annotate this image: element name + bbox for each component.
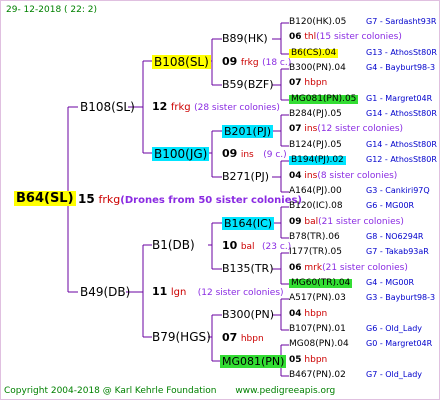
node-b1[interactable]: B1(DB)	[152, 239, 195, 251]
leaf-2[interactable]: B6(CS).04	[289, 49, 339, 58]
leaf-8[interactable]: B124(PJ).05	[289, 141, 342, 150]
leaf-0[interactable]: B120(HK).05	[289, 18, 346, 27]
leaf-origin-23: G7 - Old_Lady	[366, 370, 423, 379]
node-b59[interactable]: B59(BZF)	[222, 79, 274, 90]
leaf-origin-17: G4 - MG00R	[366, 278, 415, 287]
gen-note-09b: 09 ins (9 c.)	[222, 147, 287, 160]
node-mg081[interactable]: MG081(PN)	[220, 355, 287, 368]
node-b300[interactable]: B300(PN)	[222, 309, 274, 320]
leaf-origin-0: G7 - Sardasht93R	[366, 17, 437, 26]
leaf-origin-8: G14 - AthosSt80R	[366, 140, 437, 149]
leaf-3[interactable]: B300(PN).04	[289, 64, 346, 73]
leaf-4[interactable]: 07 hbpn	[289, 79, 327, 88]
gen-note-10: 10 bal (23 c.)	[222, 239, 292, 252]
gen-note-12: 12 frkg (28 sister colonies)	[152, 100, 280, 113]
leaf-5[interactable]: MG081(PN).05	[289, 95, 359, 104]
leaf-origin-18: G3 - Bayburt98-3	[366, 293, 436, 302]
node-b135[interactable]: B135(TR)	[222, 263, 274, 274]
leaf-23[interactable]: B467(PN).02	[289, 371, 346, 380]
gen-note-09a: 09 frkg (18 c.)	[222, 55, 292, 68]
leaf-origin-6: G14 - AthosSt80R	[366, 109, 437, 118]
leaf-origin-9: G12 - AthosSt80R	[366, 155, 437, 164]
leaf-origin-21: G0 - Margret04R	[366, 339, 433, 348]
leaf-origin-2: G13 - AthosSt80R	[366, 48, 437, 57]
leaf-22[interactable]: 05 hbpn	[289, 356, 327, 365]
leaf-13[interactable]: 09 bal(21 sister colonies)	[289, 218, 404, 227]
copyright-text: Copyright 2004-2018 @ Karl Kehrle Founda…	[4, 386, 217, 396]
site-url[interactable]: www.pedigreeapis.org	[235, 386, 335, 396]
gen-note-15: 15 frkg(Drones from 50 sister colonies)	[78, 192, 302, 206]
leaf-12[interactable]: B120(IC).08	[289, 202, 343, 211]
leaf-1[interactable]: 06 thl(15 sister colonies)	[289, 33, 402, 42]
leaf-21[interactable]: MG08(PN).04	[289, 340, 349, 349]
leaf-origin-12: G6 - MG00R	[366, 201, 415, 210]
leaf-11[interactable]: A164(PJ).00	[289, 187, 342, 196]
leaf-6[interactable]: B284(PJ).05	[289, 110, 342, 119]
gen-note-11: 11 lgn (12 sister colonies)	[152, 285, 284, 298]
node-b100[interactable]: B100(JG)	[152, 147, 210, 161]
gen-note-07: 07 hbpn	[222, 331, 264, 344]
leaf-15[interactable]: I177(TR).05	[289, 248, 342, 257]
leaf-20[interactable]: B107(PN).01	[289, 325, 346, 334]
leaf-origin-3: G4 - Bayburt98-3	[366, 63, 436, 72]
node-b79[interactable]: B79(HGS)	[152, 331, 211, 343]
leaf-14[interactable]: B78(TR).06	[289, 233, 340, 242]
node-b271[interactable]: B271(PJ)	[222, 171, 269, 182]
node-b49[interactable]: B49(DB)	[80, 286, 130, 298]
footer: Copyright 2004-2018 @ Karl Kehrle Founda…	[4, 386, 351, 396]
node-b201[interactable]: B201(PJ)	[222, 125, 274, 138]
leaf-16[interactable]: 06 mrk(21 sister colonies)	[289, 264, 408, 273]
leaf-9[interactable]: B194(PJ).02	[289, 156, 346, 165]
node-b89[interactable]: B89(HK)	[222, 33, 268, 44]
leaf-10[interactable]: 04 ins(8 sister colonies)	[289, 172, 397, 181]
node-b64[interactable]: B64(SL)	[14, 191, 76, 206]
leaf-18[interactable]: A517(PN).03	[289, 294, 346, 303]
leaf-7[interactable]: 07 ins(12 sister colonies)	[289, 125, 403, 134]
node-b164[interactable]: B164(IC)	[222, 217, 275, 230]
leaf-origin-15: G7 - Takab93aR	[366, 247, 429, 256]
leaf-origin-20: G6 - Old_Lady	[366, 324, 423, 333]
leaf-origin-5: G1 - Margret04R	[366, 94, 433, 103]
leaf-17[interactable]: MG60(TR).04	[289, 279, 353, 288]
node-b108b[interactable]: B108(SL)	[152, 55, 211, 69]
leaf-origin-14: G8 - NO6294R	[366, 232, 424, 241]
leaf-origin-11: G3 - Cankiri97Q	[366, 186, 430, 195]
leaf-19[interactable]: 04 hbpn	[289, 310, 327, 319]
node-b108[interactable]: B108(SL)	[80, 101, 135, 113]
